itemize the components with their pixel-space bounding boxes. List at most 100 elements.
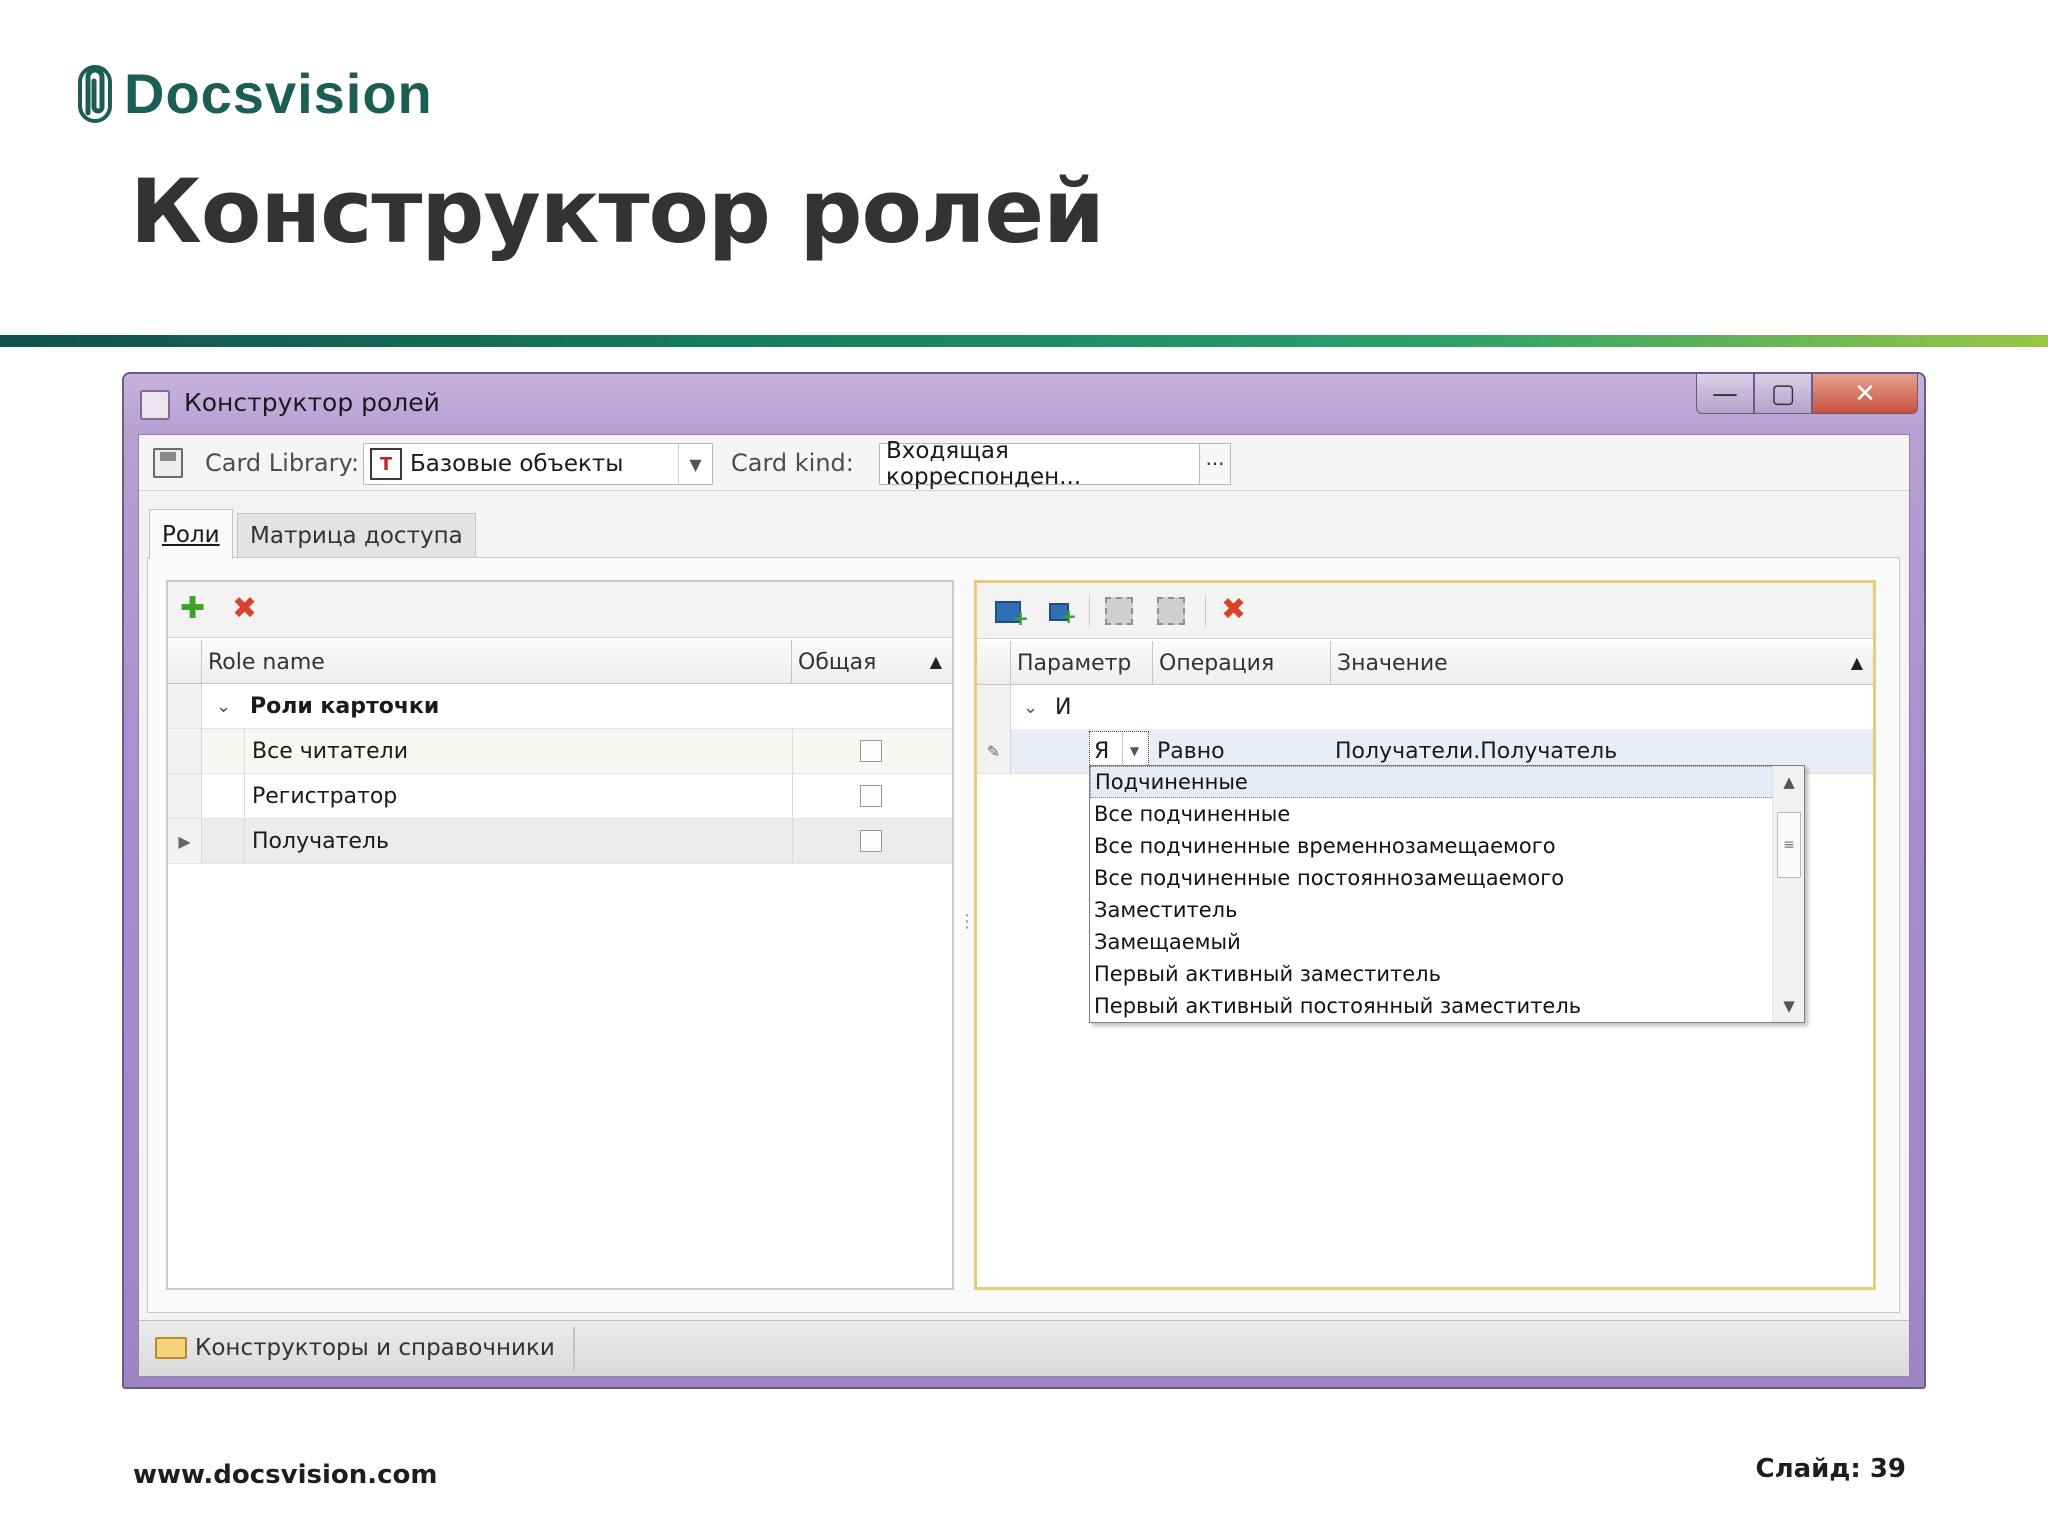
dropdown-option[interactable]: Заместитель	[1090, 894, 1804, 926]
scroll-up-icon[interactable]: ▲	[1773, 766, 1805, 798]
card-library-label: Card Library:	[205, 449, 360, 477]
role-designer-window: Конструктор ролей — ▢ ✕ Card Library: T …	[122, 372, 1926, 1389]
slide-number: Слайд: 39	[1755, 1454, 1906, 1484]
toolbar-separator	[1089, 595, 1090, 627]
cell-divider	[244, 819, 245, 863]
card-library-combo[interactable]: T Базовые объекты ▼	[363, 443, 713, 485]
shared-checkbox[interactable]	[860, 740, 882, 762]
column-parameter[interactable]: Параметр	[1011, 641, 1153, 685]
dropdown-option[interactable]: Первый активный заместитель	[1090, 958, 1804, 990]
copy-icon[interactable]	[1105, 597, 1133, 625]
scroll-thumb[interactable]: ≡	[1777, 812, 1801, 878]
add-role-icon[interactable]: ✚	[180, 594, 205, 624]
card-library-value: Базовые объекты	[410, 451, 624, 477]
status-bar: Конструкторы и справочники	[139, 1320, 1909, 1376]
app-icon	[140, 390, 170, 420]
column-operation[interactable]: Операция	[1153, 641, 1331, 685]
role-name-cell[interactable]: Регистратор	[252, 774, 397, 818]
shared-checkbox[interactable]	[860, 785, 882, 807]
table-row-current[interactable]: ▶ Получатель	[168, 819, 952, 864]
paperclip-icon	[78, 65, 112, 123]
chevron-down-icon[interactable]: ▼	[678, 444, 712, 484]
row-indicator	[168, 684, 202, 728]
footer-url: www.docsvision.com	[133, 1460, 438, 1490]
cell-divider	[244, 774, 245, 818]
main-toolbar: Card Library: T Базовые объекты ▼ Card k…	[139, 435, 1909, 491]
minimize-button[interactable]: —	[1696, 374, 1754, 414]
window-controls: — ▢ ✕	[1696, 374, 1918, 414]
roles-grid-header: Role name Общая ▲	[168, 640, 952, 684]
window-title: Конструктор ролей	[184, 388, 440, 417]
conditions-grid-header: Параметр Операция Значение ▲	[977, 641, 1873, 685]
chevron-down-icon[interactable]: ⌄	[216, 684, 231, 728]
window-client-area: Card Library: T Базовые объекты ▼ Card k…	[138, 434, 1910, 1377]
delete-condition-icon[interactable]: ✖	[1221, 595, 1246, 625]
edit-pencil-icon: ✎	[977, 729, 1011, 773]
column-value-label: Значение	[1337, 650, 1448, 676]
card-kind-label: Card kind:	[731, 449, 854, 477]
group-label: Роли карточки	[250, 693, 440, 719]
brand-name: Docsvision	[124, 61, 433, 125]
delete-role-icon[interactable]: ✖	[232, 594, 257, 624]
paste-icon[interactable]	[1157, 597, 1185, 625]
add-group-icon[interactable]	[995, 601, 1029, 633]
row-indicator	[168, 774, 202, 818]
parameter-value: Я	[1094, 738, 1110, 764]
dropdown-option[interactable]: Все подчиненные временнозамещаемого	[1090, 830, 1804, 862]
shared-checkbox[interactable]	[860, 830, 882, 852]
cell-divider	[244, 729, 245, 773]
row-indicator	[168, 729, 202, 773]
column-value[interactable]: Значение ▲	[1331, 641, 1873, 685]
tab-roles[interactable]: Роли	[149, 509, 233, 559]
add-condition-icon[interactable]	[1049, 601, 1077, 631]
title-divider	[0, 335, 2048, 347]
cell-divider	[792, 819, 793, 863]
folder-icon	[155, 1337, 187, 1359]
column-shared-label: Общая	[798, 649, 877, 675]
docsvision-logo: Docsvision	[78, 58, 433, 128]
slide-title: Конструктор ролей	[130, 160, 1105, 263]
row-indicator-header	[977, 641, 1011, 685]
condition-group-row[interactable]: ⌄ И	[977, 685, 1873, 730]
tab-roles-label: Роли	[162, 521, 220, 548]
roles-panel: ✚ ✖ Role name Общая ▲ ⌄ Роли карточки Вс…	[166, 580, 954, 1290]
card-kind-field[interactable]: Входящая корреспонден...	[879, 438, 1201, 490]
cell-divider	[792, 774, 793, 818]
dropdown-option[interactable]: Замещаемый	[1090, 926, 1804, 958]
status-bar-text[interactable]: Конструкторы и справочники	[195, 1335, 555, 1361]
panel-splitter[interactable]: ⋮	[958, 913, 976, 952]
dropdown-option-selected[interactable]: Подчиненные	[1090, 766, 1804, 798]
chevron-down-icon[interactable]: ⌄	[1023, 685, 1038, 729]
card-kind-value: Входящая корреспонден...	[886, 438, 1082, 490]
parameter-dropdown-list: Подчиненные Все подчиненные Все подчинен…	[1089, 765, 1805, 1023]
tab-access-matrix[interactable]: Матрица доступа	[237, 513, 476, 557]
scroll-down-icon[interactable]: ▼	[1773, 990, 1805, 1022]
dropdown-option[interactable]: Первый активный постоянный заместитель	[1090, 990, 1804, 1022]
card-kind-browse-button[interactable]: ···	[1199, 443, 1231, 485]
current-row-indicator: ▶	[168, 819, 202, 863]
column-role-name[interactable]: Role name	[202, 640, 792, 684]
toolbar-separator	[1205, 595, 1206, 627]
dropdown-scrollbar[interactable]: ▲ ≡ ▼	[1772, 766, 1804, 1022]
table-row[interactable]: Регистратор	[168, 774, 952, 819]
save-icon[interactable]	[153, 448, 183, 478]
sort-up-icon: ▲	[1850, 653, 1863, 672]
dropdown-option[interactable]: Все подчиненные	[1090, 798, 1804, 830]
role-name-cell[interactable]: Получатель	[252, 819, 389, 863]
dropdown-option[interactable]: Все подчиненные постояннозамещаемого	[1090, 862, 1804, 894]
roles-toolbar: ✚ ✖	[168, 582, 952, 638]
column-shared[interactable]: Общая ▲	[792, 640, 952, 684]
library-icon: T	[370, 448, 402, 480]
cell-divider	[792, 729, 793, 773]
role-name-cell[interactable]: Все читатели	[252, 729, 408, 773]
condition-group-label: И	[1055, 694, 1072, 720]
group-row[interactable]: ⌄ Роли карточки	[168, 684, 952, 729]
table-row[interactable]: Все читатели	[168, 729, 952, 774]
conditions-panel: ✖ Параметр Операция Значение ▲ ⌄ И	[974, 580, 1876, 1290]
row-indicator-header	[168, 640, 202, 684]
sort-up-icon: ▲	[929, 652, 942, 671]
roles-tab-content: ✚ ✖ Role name Общая ▲ ⌄ Роли карточки Вс…	[147, 557, 1900, 1313]
close-button[interactable]: ✕	[1812, 374, 1918, 414]
conditions-toolbar: ✖	[977, 583, 1873, 639]
maximize-button[interactable]: ▢	[1754, 374, 1812, 414]
